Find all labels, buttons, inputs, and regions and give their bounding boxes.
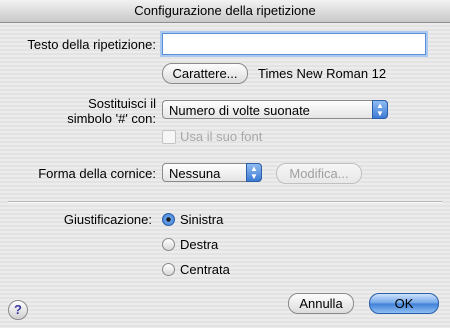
- font-button[interactable]: Carattere...: [162, 63, 248, 84]
- repeat-text-label: Testo della ripetizione:: [27, 37, 156, 52]
- cancel-button[interactable]: Annulla: [288, 293, 354, 314]
- replace-symbol-label-line2: simbolo '#' con:: [67, 111, 156, 126]
- font-name-text: Times New Roman 12: [258, 66, 387, 81]
- updown-arrows-icon: ▲ ▼: [246, 163, 262, 182]
- replace-symbol-popup[interactable]: Numero di volte suonate ▲ ▼: [162, 100, 388, 119]
- edit-frame-button[interactable]: Modifica...: [276, 163, 362, 184]
- frame-shape-label: Forma della cornice:: [38, 166, 156, 181]
- frame-shape-popup-value: Nessuna: [169, 166, 221, 181]
- justify-right-radio[interactable]: [162, 238, 175, 251]
- use-font-label: Usa il suo font: [180, 129, 263, 144]
- updown-arrows-icon: ▲ ▼: [372, 100, 388, 119]
- justify-left-label[interactable]: Sinistra: [180, 212, 223, 227]
- ok-button[interactable]: OK: [369, 293, 439, 314]
- justification-label: Giustificazione:: [63, 212, 152, 227]
- use-font-checkbox[interactable]: [162, 130, 176, 144]
- separator: [8, 201, 442, 203]
- justify-center-label[interactable]: Centrata: [180, 262, 230, 277]
- replace-symbol-label: Sostituisci il simbolo '#' con:: [8, 96, 156, 126]
- repeat-text-input[interactable]: [162, 33, 426, 55]
- replace-symbol-label-line1: Sostituisci il: [88, 96, 156, 111]
- window-title: Configurazione della ripetizione: [0, 0, 450, 23]
- justify-center-radio[interactable]: [162, 263, 175, 276]
- help-button[interactable]: ?: [8, 300, 28, 320]
- justify-right-label[interactable]: Destra: [180, 237, 218, 252]
- replace-symbol-popup-value: Numero di volte suonate: [169, 103, 310, 118]
- justify-left-radio[interactable]: [162, 213, 175, 226]
- frame-shape-popup[interactable]: Nessuna ▲ ▼: [162, 163, 262, 182]
